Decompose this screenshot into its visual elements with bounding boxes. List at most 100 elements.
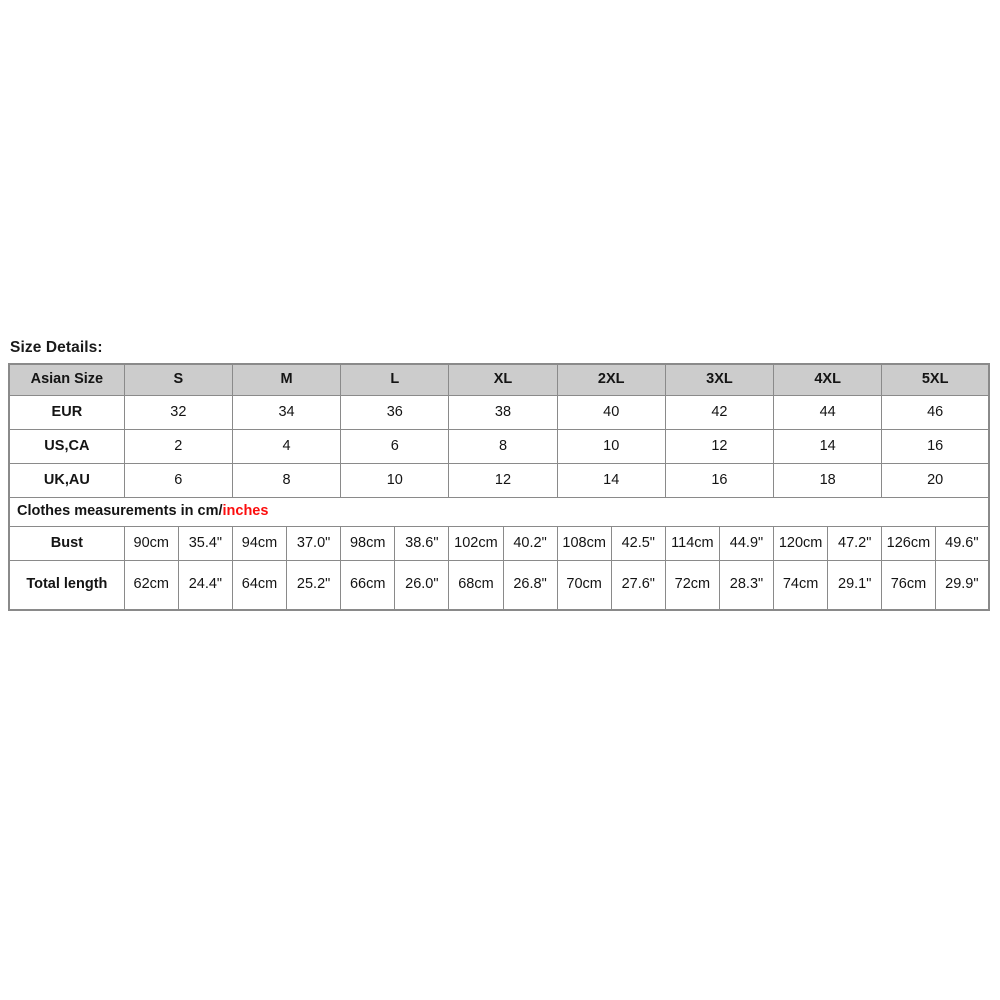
cell-bust-s-in: 35.4"	[178, 526, 232, 560]
cell-total-length-3xl: 72cm 28.3"	[664, 559, 775, 610]
header-size-xl: XL	[448, 363, 558, 396]
cell-bust-2xl-in: 42.5"	[611, 526, 665, 560]
cell-bust-m-in: 37.0"	[286, 526, 341, 560]
table-header-row: Asian Size S M L XL 2XL 3XL 4XL 5XL	[8, 363, 990, 396]
cell-total-length-xl-in: 26.8"	[503, 560, 557, 609]
size-details-table: Asian Size S M L XL 2XL 3XL 4XL 5XL EUR …	[8, 362, 990, 611]
cell-total-length-l: 66cm 26.0"	[340, 559, 450, 610]
cell-total-length-s-in: 24.4"	[178, 560, 232, 609]
cell-total-length-l-in: 26.0"	[394, 560, 449, 609]
row-label-usca: US,CA	[8, 428, 125, 464]
size-chart-container: Size Details: Asian Size S M L XL 2XL 3X…	[8, 340, 992, 611]
row-label-total-length: Total length	[8, 559, 125, 610]
cell-usca-l: 6	[340, 428, 450, 464]
cell-bust-3xl-cm: 114cm	[665, 526, 720, 560]
cell-total-length-2xl: 70cm 27.6"	[556, 559, 666, 610]
header-size-5xl: 5XL	[881, 363, 990, 396]
cell-total-length-5xl-in: 29.9"	[935, 560, 988, 609]
table-row-total-length: Total length 62cm 24.4" 64cm 25.2" 66cm …	[8, 559, 990, 610]
cell-bust-xl-in: 40.2"	[503, 526, 557, 560]
cell-total-length-m-in: 25.2"	[286, 560, 341, 609]
cell-total-length-3xl-in: 28.3"	[719, 560, 774, 609]
header-size-2xl: 2XL	[556, 363, 666, 396]
cell-eur-3xl: 42	[664, 394, 775, 430]
cell-bust-5xl-in: 49.6"	[935, 526, 988, 560]
cell-usca-4xl: 14	[773, 428, 883, 464]
cell-ukau-s: 6	[123, 462, 233, 498]
measurement-units-note: Clothes measurements in cm/inches	[8, 496, 990, 527]
cell-total-length-4xl: 74cm 29.1"	[773, 559, 883, 610]
cell-total-length-l-cm: 66cm	[341, 560, 396, 609]
cell-ukau-xl: 12	[448, 462, 558, 498]
page-title: Size Details:	[10, 339, 103, 356]
table-row-eur: EUR 32 34 36 38 40 42 44 46	[8, 394, 990, 430]
cell-bust-l-cm: 98cm	[341, 526, 396, 560]
cell-bust-4xl-in: 47.2"	[827, 526, 882, 560]
cell-usca-3xl: 12	[664, 428, 775, 464]
cell-bust-s-cm: 90cm	[124, 526, 179, 560]
note-inches-highlight: inches	[222, 503, 269, 520]
cell-total-length-xl: 68cm 26.8"	[448, 559, 558, 610]
cell-usca-2xl: 10	[556, 428, 666, 464]
cell-total-length-m-cm: 64cm	[232, 560, 288, 609]
cell-bust-5xl: 126cm 49.6"	[881, 525, 990, 561]
cell-total-length-4xl-in: 29.1"	[827, 560, 882, 609]
cell-bust-3xl-in: 44.9"	[719, 526, 774, 560]
cell-total-length-s-cm: 62cm	[124, 560, 179, 609]
cell-total-length-2xl-in: 27.6"	[611, 560, 665, 609]
cell-eur-m: 34	[231, 394, 342, 430]
note-prefix-text: Clothes measurements in cm/	[17, 503, 223, 520]
cell-total-length-3xl-cm: 72cm	[665, 560, 720, 609]
cell-bust-xl: 102cm 40.2"	[448, 525, 558, 561]
cell-bust-m: 94cm 37.0"	[231, 525, 342, 561]
cell-ukau-l: 10	[340, 462, 450, 498]
cell-eur-4xl: 44	[773, 394, 883, 430]
cell-bust-5xl-cm: 126cm	[882, 526, 936, 560]
table-row-ukau: UK,AU 6 8 10 12 14 16 18 20	[8, 462, 990, 498]
cell-bust-xl-cm: 102cm	[449, 526, 504, 560]
table-row-measurement-note: Clothes measurements in cm/inches	[8, 496, 990, 527]
cell-total-length-5xl-cm: 76cm	[882, 560, 936, 609]
cell-bust-4xl: 120cm 47.2"	[773, 525, 883, 561]
cell-bust-l-in: 38.6"	[394, 526, 449, 560]
table-row-usca: US,CA 2 4 6 8 10 12 14 16	[8, 428, 990, 464]
cell-ukau-m: 8	[231, 462, 342, 498]
header-size-l: L	[340, 363, 450, 396]
cell-usca-5xl: 16	[881, 428, 990, 464]
cell-eur-l: 36	[340, 394, 450, 430]
cell-total-length-5xl: 76cm 29.9"	[881, 559, 990, 610]
cell-ukau-3xl: 16	[664, 462, 775, 498]
cell-bust-4xl-cm: 120cm	[774, 526, 829, 560]
row-label-eur: EUR	[8, 394, 125, 430]
header-size-4xl: 4XL	[773, 363, 883, 396]
cell-bust-3xl: 114cm 44.9"	[664, 525, 775, 561]
header-size-3xl: 3XL	[664, 363, 775, 396]
table-row-bust: Bust 90cm 35.4" 94cm 37.0" 98cm 38.6" 10…	[8, 525, 990, 561]
row-label-total-length-text: Total length	[26, 576, 108, 593]
cell-total-length-4xl-cm: 74cm	[774, 560, 829, 609]
cell-bust-l: 98cm 38.6"	[340, 525, 450, 561]
cell-ukau-5xl: 20	[881, 462, 990, 498]
cell-total-length-xl-cm: 68cm	[449, 560, 504, 609]
cell-usca-m: 4	[231, 428, 342, 464]
row-label-ukau: UK,AU	[8, 462, 125, 498]
header-size-m: M	[231, 363, 342, 396]
cell-bust-2xl-cm: 108cm	[557, 526, 612, 560]
cell-eur-2xl: 40	[556, 394, 666, 430]
cell-ukau-4xl: 18	[773, 462, 883, 498]
cell-usca-xl: 8	[448, 428, 558, 464]
cell-eur-s: 32	[123, 394, 233, 430]
cell-ukau-2xl: 14	[556, 462, 666, 498]
cell-bust-2xl: 108cm 42.5"	[556, 525, 666, 561]
header-asian-size: Asian Size	[8, 363, 125, 396]
header-size-s: S	[123, 363, 233, 396]
cell-total-length-s: 62cm 24.4"	[123, 559, 233, 610]
cell-bust-s: 90cm 35.4"	[123, 525, 233, 561]
cell-total-length-m: 64cm 25.2"	[231, 559, 342, 610]
row-label-bust: Bust	[8, 525, 125, 561]
cell-bust-m-cm: 94cm	[232, 526, 288, 560]
cell-eur-5xl: 46	[881, 394, 990, 430]
cell-total-length-2xl-cm: 70cm	[557, 560, 612, 609]
cell-eur-xl: 38	[448, 394, 558, 430]
cell-usca-s: 2	[123, 428, 233, 464]
